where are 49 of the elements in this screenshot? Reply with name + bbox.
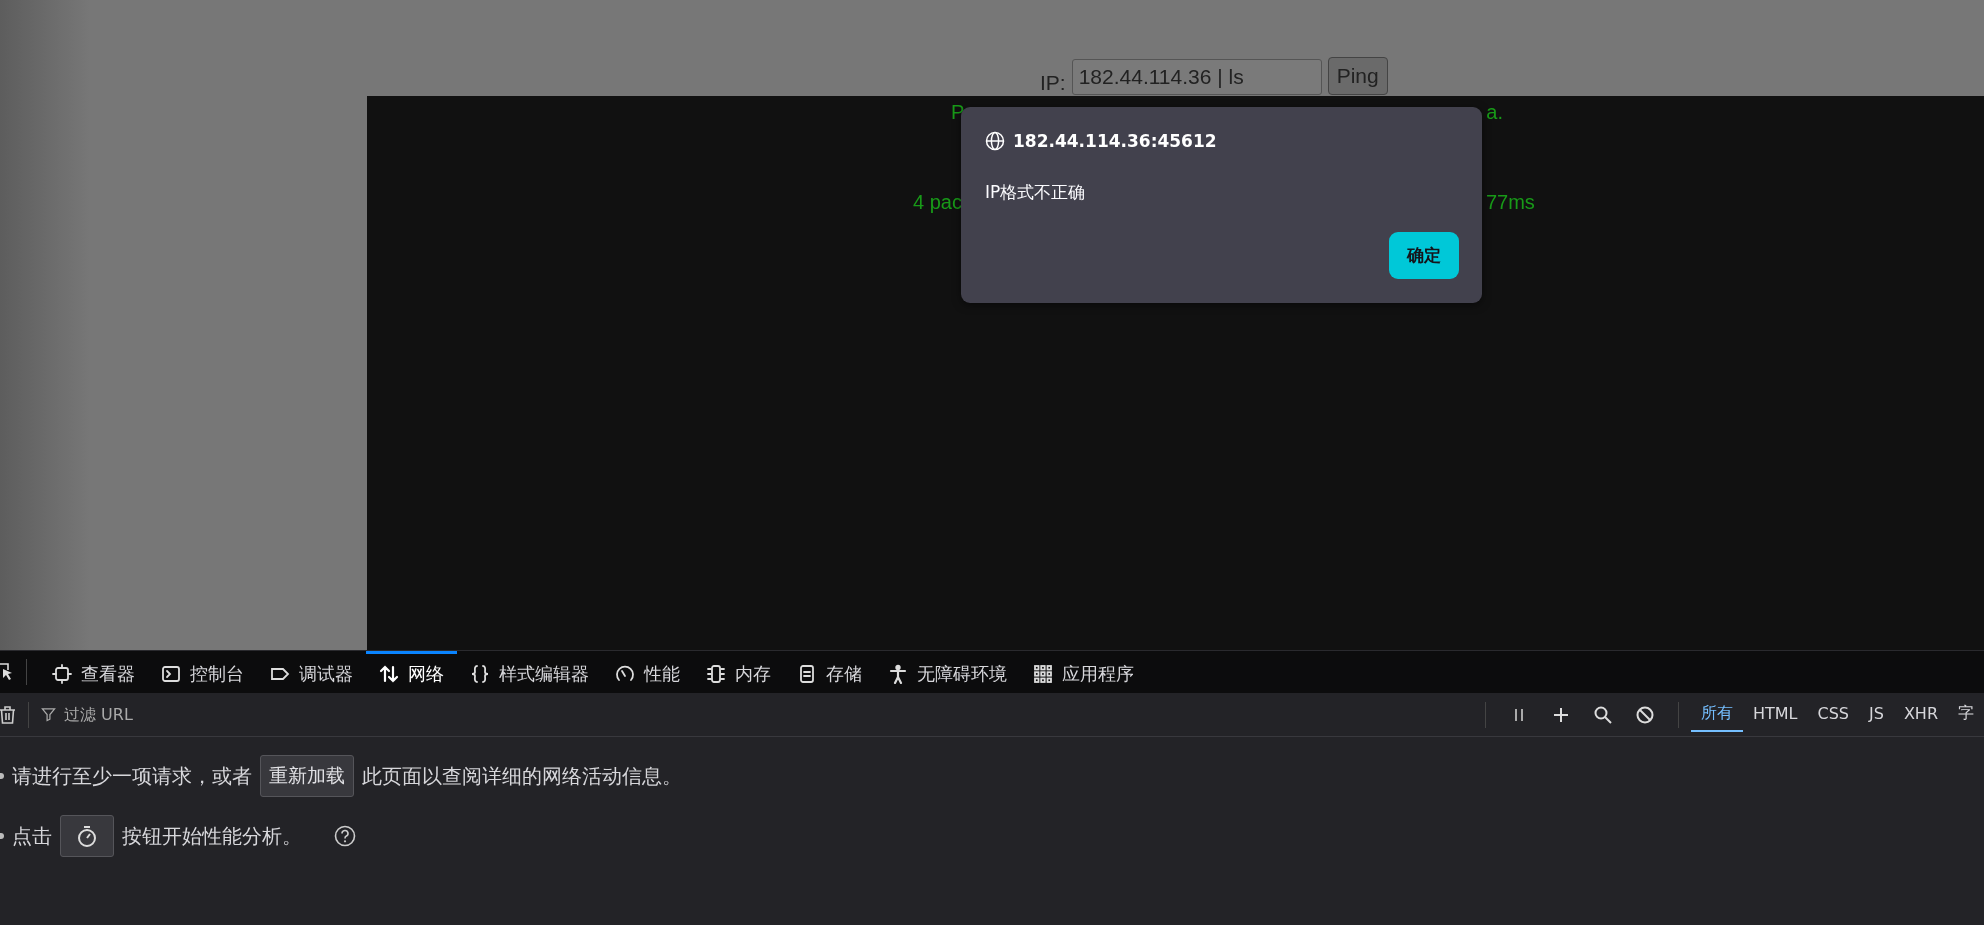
filter-field[interactable]: 过滤 URL	[62, 704, 266, 725]
document-icon	[797, 663, 817, 684]
ok-button[interactable]: 确定	[1389, 232, 1459, 279]
funnel-icon	[41, 707, 56, 722]
devtools-tab[interactable]: 无障碍环境	[875, 651, 1020, 693]
output-text: P	[951, 100, 965, 124]
devtools-tab[interactable]: 样式编辑器	[457, 651, 602, 693]
dialog-message: IP格式不正确	[985, 181, 1087, 204]
devtools-tab[interactable]: 控制台	[148, 651, 257, 693]
trash-icon[interactable]	[0, 704, 16, 725]
message-text: 按钮开始性能分析。	[122, 822, 302, 850]
block-icon[interactable]	[1635, 704, 1655, 725]
console-icon	[161, 663, 181, 684]
output-text: 4 pac	[913, 190, 962, 214]
message-text: 此页面以查阅详细的网络活动信息。	[362, 762, 682, 790]
type-filter-button[interactable]: 所有	[1691, 697, 1743, 732]
type-filter-button[interactable]: JS	[1859, 698, 1894, 731]
ip-input-field[interactable]: 182.44.114.36 | ls	[1071, 59, 1322, 95]
ip-label: IP:	[1040, 71, 1066, 95]
grid-icon	[1033, 663, 1053, 684]
help-icon[interactable]	[334, 825, 356, 847]
reload-button[interactable]: 重新加载	[260, 755, 354, 797]
type-filter-button[interactable]: XHR	[1893, 698, 1948, 731]
devtools-tab[interactable]: 查看器	[39, 651, 148, 693]
inspector-icon	[52, 663, 72, 684]
braces-icon	[470, 663, 490, 684]
devtools-tab[interactable]: 应用程序	[1020, 651, 1147, 693]
devtools-tab[interactable]: 调试器	[257, 651, 366, 693]
element-picker-icon[interactable]	[0, 662, 14, 682]
type-filter-button[interactable]: CSS	[1807, 698, 1859, 731]
search-icon[interactable]	[1593, 704, 1613, 725]
gauge-icon	[615, 663, 635, 684]
devtools-tab[interactable]: 性能	[602, 651, 693, 693]
dialog-title: 182.44.114.36:45612	[1013, 131, 1217, 151]
person-icon	[888, 663, 908, 684]
devtools-tab[interactable]: 网络	[366, 651, 457, 693]
message-text: 请进行至少一项请求，或者	[12, 762, 252, 790]
message-text: 点击	[12, 822, 52, 850]
chip-icon	[706, 663, 726, 684]
type-filter-button[interactable]: HTML	[1743, 698, 1808, 731]
stopwatch-icon	[75, 824, 99, 848]
type-filter-button[interactable]: 字	[1948, 697, 1984, 732]
globe-icon	[985, 131, 1005, 151]
output-text: a.	[1486, 100, 1504, 124]
arrows-icon	[379, 663, 399, 684]
output-text: 77ms	[1485, 190, 1535, 214]
devtools-tab[interactable]: 存储	[784, 651, 875, 693]
devtools-tab[interactable]: 内存	[693, 651, 784, 693]
stopwatch-button[interactable]	[60, 815, 114, 857]
